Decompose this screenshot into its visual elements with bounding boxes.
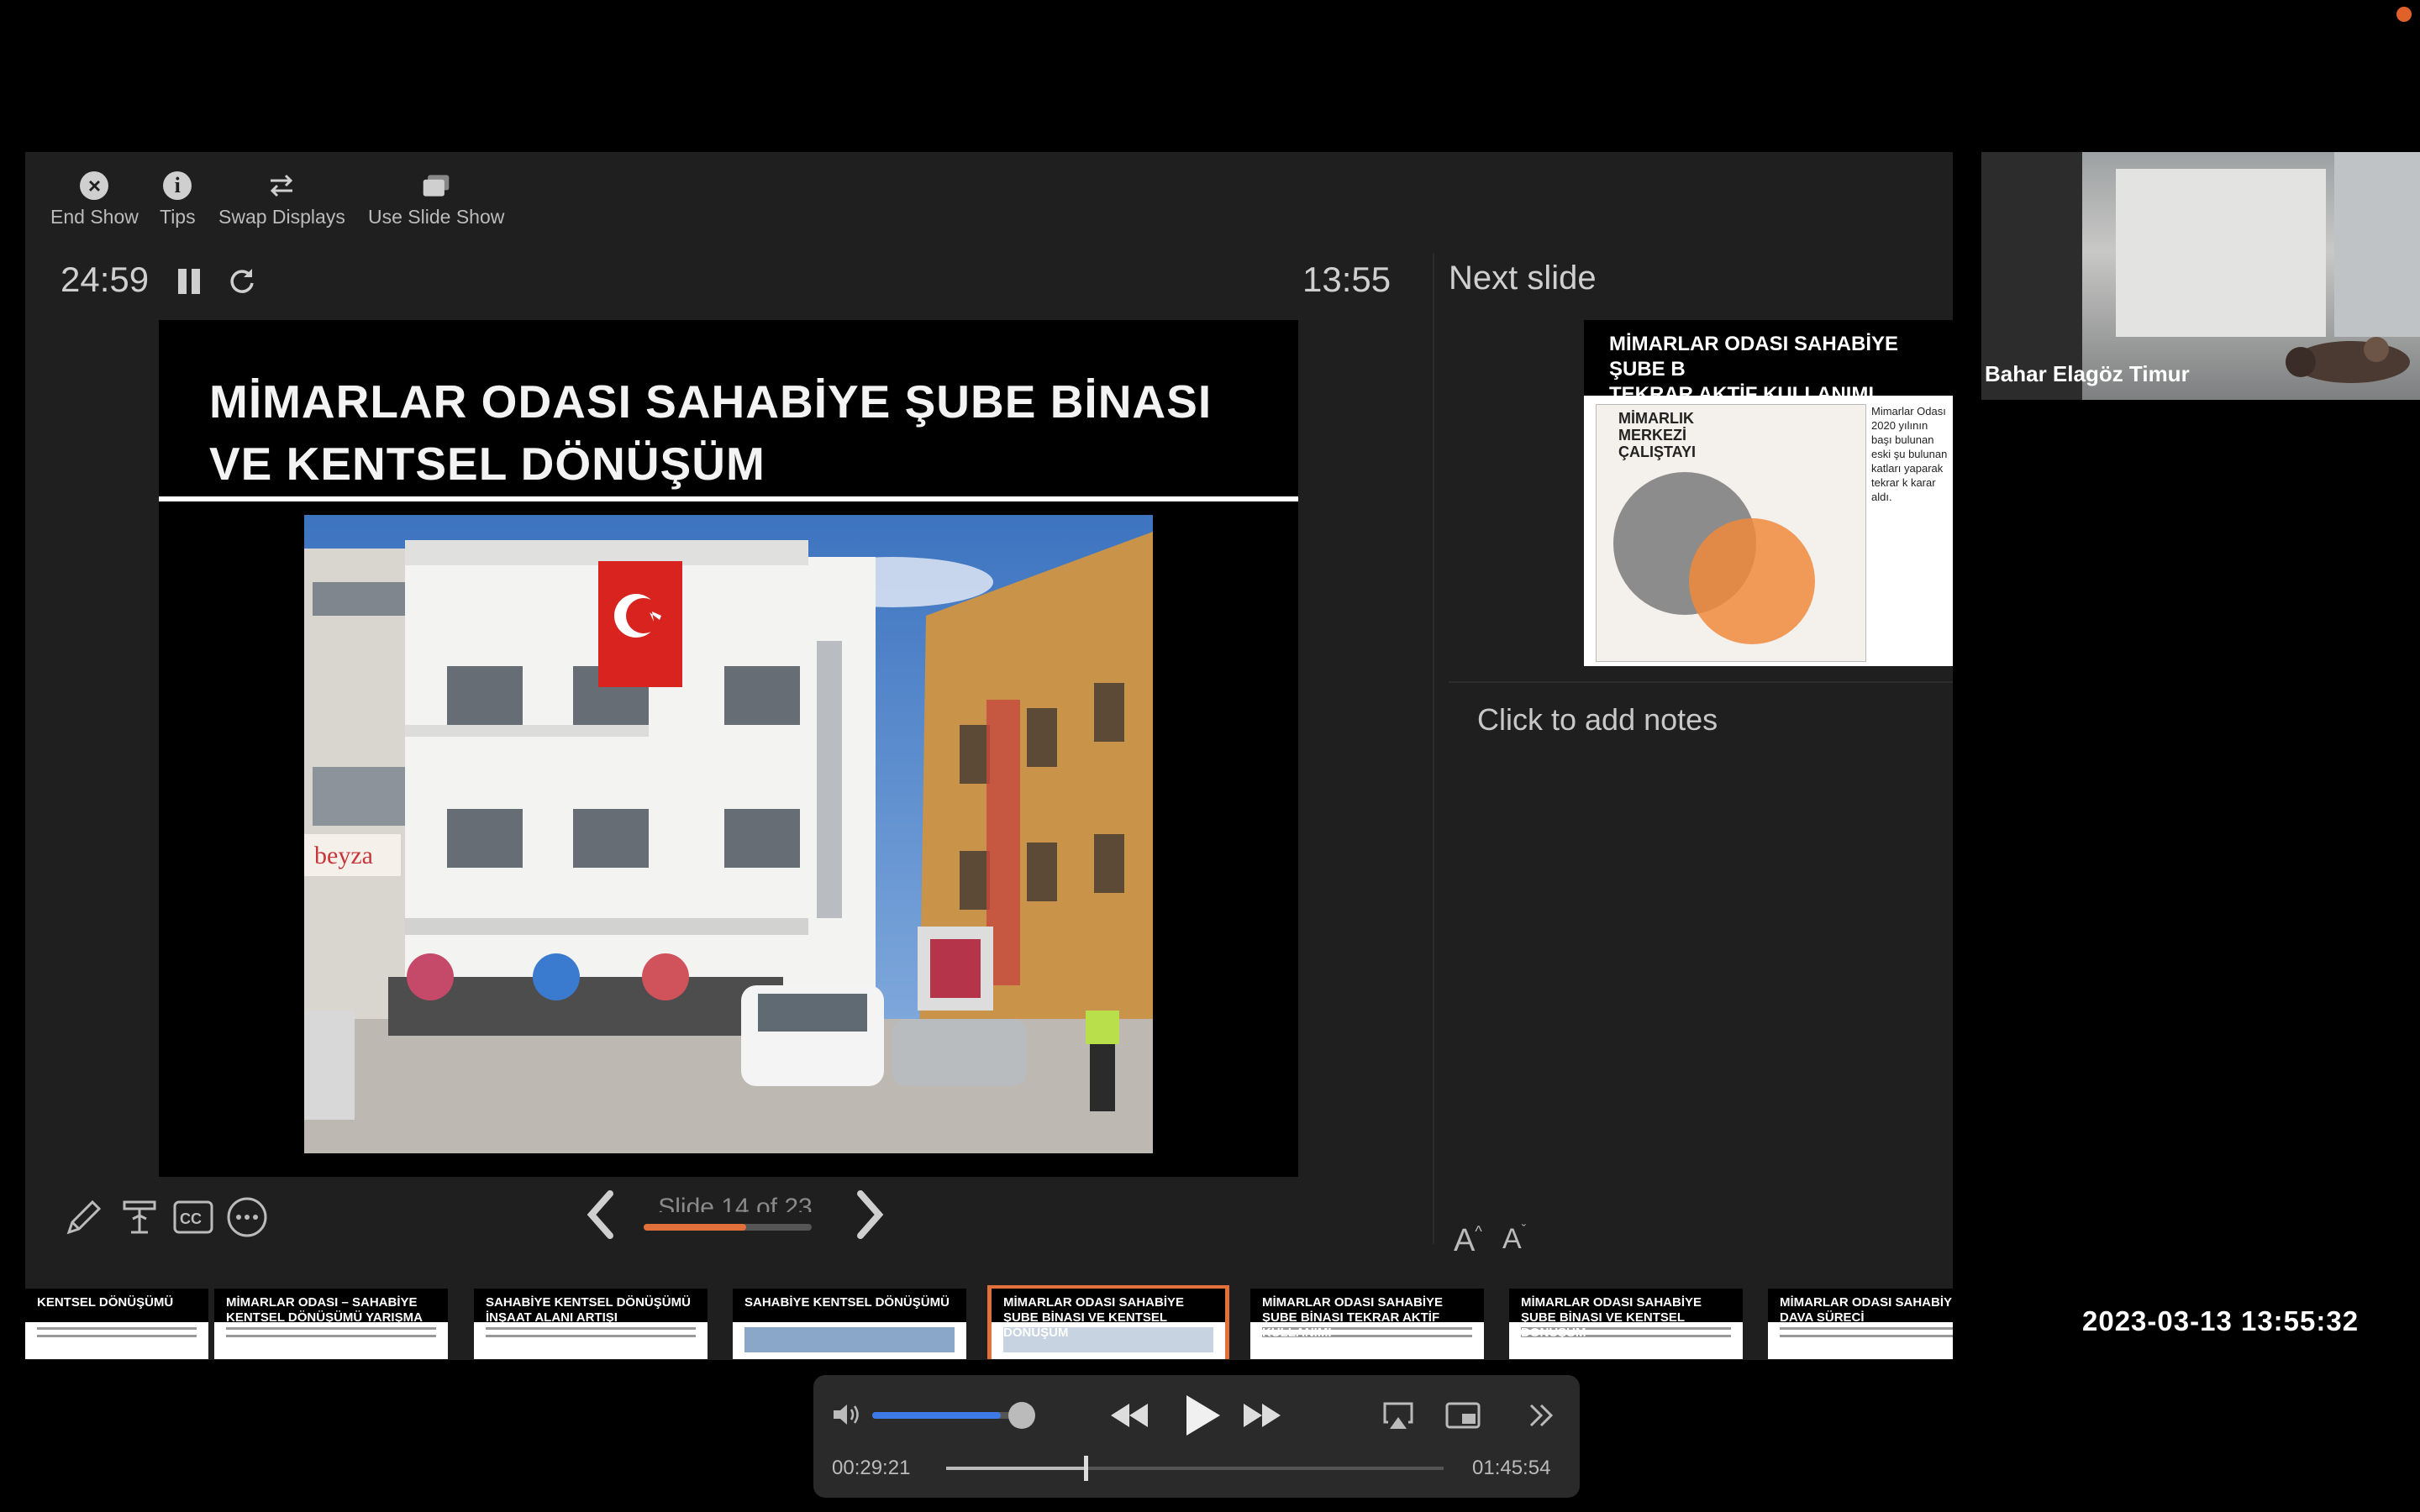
slide-title-line-1: MİMARLAR ODASI SAHABİYE ŞUBE BİNASI [209,375,1213,428]
next-slide-title: MİMARLAR ODASI SAHABİYE ŞUBE B TEKRAR AK… [1584,320,1953,406]
play-icon[interactable] [1175,1390,1225,1441]
use-slide-show-button[interactable]: Use Slide Show [368,171,504,228]
slide-title-line-2: VE KENTSEL DÖNÜŞÜM [209,438,765,490]
laser-pointer-icon[interactable] [116,1194,163,1241]
thumbnail[interactable]: MİMARLAR ODASI SAHABİYE ŞUBE BİNASI TEKR… [1250,1289,1484,1359]
notes-separator [1449,681,1953,683]
thumbnail-title: SAHABİYE KENTSEL DÖNÜŞÜMÜ İNŞAAT ALANI A… [474,1289,708,1325]
more-chevrons-icon[interactable] [1524,1399,1558,1432]
close-icon: × [80,171,109,200]
elapsed-timer: 24:59 [60,260,150,299]
pause-timer-icon[interactable] [176,269,202,294]
thumbnail-title: MİMARLAR ODASI SAHABİYE ŞUBE BİNASI VE K… [992,1289,1225,1340]
playback-scrubber[interactable] [946,1467,1444,1470]
increase-font-button[interactable]: A^ [1454,1223,1482,1259]
recording-indicator-dot [2396,7,2412,22]
slide-title-rule [159,496,1298,501]
slide-counter: Slide 14 of 23 [658,1194,813,1212]
thumbnail-title: SAHABİYE KENTSEL DÖNÜŞÜMÜ [733,1289,966,1322]
svg-text:CC: CC [180,1210,202,1227]
participant-name: Bahar Elagöz Timur [1985,361,2190,386]
swap-displays-label: Swap Displays [218,206,345,228]
poster-title: MİMARLIK MERKEZİ ÇALIŞTAYI [1618,410,1697,460]
total-duration: 01:45:54 [1472,1457,1551,1479]
fast-forward-icon[interactable] [1240,1399,1284,1432]
thumbnail[interactable]: MİMARLAR ODASI SAHABİYE ŞUBE BİNASI VE K… [1509,1289,1743,1359]
thumbnail[interactable]: MİMARLAR ODASI SAHABİYE Ş DAVA SÜRECİ [1768,1289,1953,1359]
workshop-poster: MİMARLIK MERKEZİ ÇALIŞTAYI [1596,404,1866,662]
end-show-label: End Show [50,206,139,228]
current-slide[interactable]: MİMARLAR ODASI SAHABİYE ŞUBE BİNASI VE K… [159,320,1298,1177]
slideshow-icon [421,171,451,201]
thumbnail-title: KENTSEL DÖNÜŞÜMÜ [25,1289,208,1322]
volume-level [872,1412,1001,1419]
poster-orange-circle [1689,518,1815,644]
thumbnail-title: MİMARLAR ODASI – SAHABİYE KENTSEL DÖNÜŞÜ… [214,1289,448,1325]
thumbnail[interactable]: KENTSEL DÖNÜŞÜMÜ [25,1289,208,1359]
pen-icon[interactable] [60,1194,108,1241]
slide-thumbnail-strip[interactable]: KENTSEL DÖNÜŞÜMÜ MİMARLAR ODASI – SAHABİ… [25,1285,1953,1359]
more-options-icon[interactable] [224,1194,271,1241]
next-slide-body-text: Mimarlar Odası 2020 yılının başı bulunan… [1871,405,1948,503]
media-player-controls: 00:29:21 01:45:54 [813,1375,1580,1498]
beyza-sign-text: beyza [314,842,373,869]
picture-in-picture-icon[interactable] [1444,1399,1482,1432]
rewind-icon[interactable] [1107,1399,1151,1432]
volume-knob[interactable] [1008,1402,1035,1429]
slide-progress-fill [644,1224,746,1231]
increase-font-icon: A [1454,1223,1476,1258]
playhead[interactable] [1084,1456,1088,1481]
end-show-button[interactable]: × End Show [50,171,139,228]
info-icon: i [163,171,192,200]
restart-timer-icon[interactable] [227,266,257,297]
slide-title: MİMARLAR ODASI SAHABİYE ŞUBE BİNASI VE K… [209,370,1260,495]
thumbnail[interactable]: SAHABİYE KENTSEL DÖNÜŞÜMÜ [733,1289,966,1359]
thumbnail-title: MİMARLAR ODASI SAHABİYE ŞUBE BİNASI VE K… [1509,1289,1743,1340]
volume-icon[interactable] [830,1400,864,1429]
next-slide-arrow-icon[interactable] [849,1185,891,1244]
speaker-notes-placeholder[interactable]: Click to add notes [1477,702,1718,738]
current-time: 13:55 [1302,260,1392,299]
elapsed-time: 00:29:21 [832,1457,911,1479]
pane-divider[interactable] [1433,253,1434,1244]
thumbnail[interactable]: SAHABİYE KENTSEL DÖNÜŞÜMÜ İNŞAAT ALANI A… [474,1289,708,1359]
use-slide-show-label: Use Slide Show [368,206,505,228]
decrease-font-button[interactable]: Aˇ [1502,1223,1526,1256]
next-slide-title-line-1: MİMARLAR ODASI SAHABİYE ŞUBE B [1609,333,1899,381]
swap-displays-button[interactable]: Swap Displays [218,171,345,228]
closed-captions-icon[interactable]: CC [170,1194,217,1241]
volume-slider[interactable] [872,1412,1023,1419]
decrease-font-icon: A [1502,1223,1522,1255]
next-slide-preview[interactable]: MİMARLAR ODASI SAHABİYE ŞUBE B TEKRAR AK… [1584,320,1953,666]
tips-label: Tips [160,206,196,228]
thumbnail-active[interactable]: MİMARLAR ODASI SAHABİYE ŞUBE BİNASI VE K… [987,1285,1229,1359]
playback-progress [946,1467,1086,1470]
building-photo: beyza [304,515,1153,1153]
next-slide-label: Next slide [1449,260,1597,297]
tips-button[interactable]: i Tips [160,171,196,228]
swap-arrows-icon [266,171,297,201]
thumbnail-title: MİMARLAR ODASI SAHABİYE Ş DAVA SÜRECİ [1768,1289,1953,1325]
presenter-view-window: × End Show i Tips Swap Displays Use Slid… [25,152,1953,1360]
slide-progress-bar [644,1224,812,1231]
airplay-icon[interactable] [1381,1399,1415,1432]
recording-timestamp: 2023-03-13 13:55:32 [2082,1305,2360,1336]
previous-slide-arrow-icon[interactable] [580,1185,622,1244]
thumbnail[interactable]: MİMARLAR ODASI – SAHABİYE KENTSEL DÖNÜŞÜ… [214,1289,448,1359]
thumbnail-title: MİMARLAR ODASI SAHABİYE ŞUBE BİNASI TEKR… [1250,1289,1484,1340]
